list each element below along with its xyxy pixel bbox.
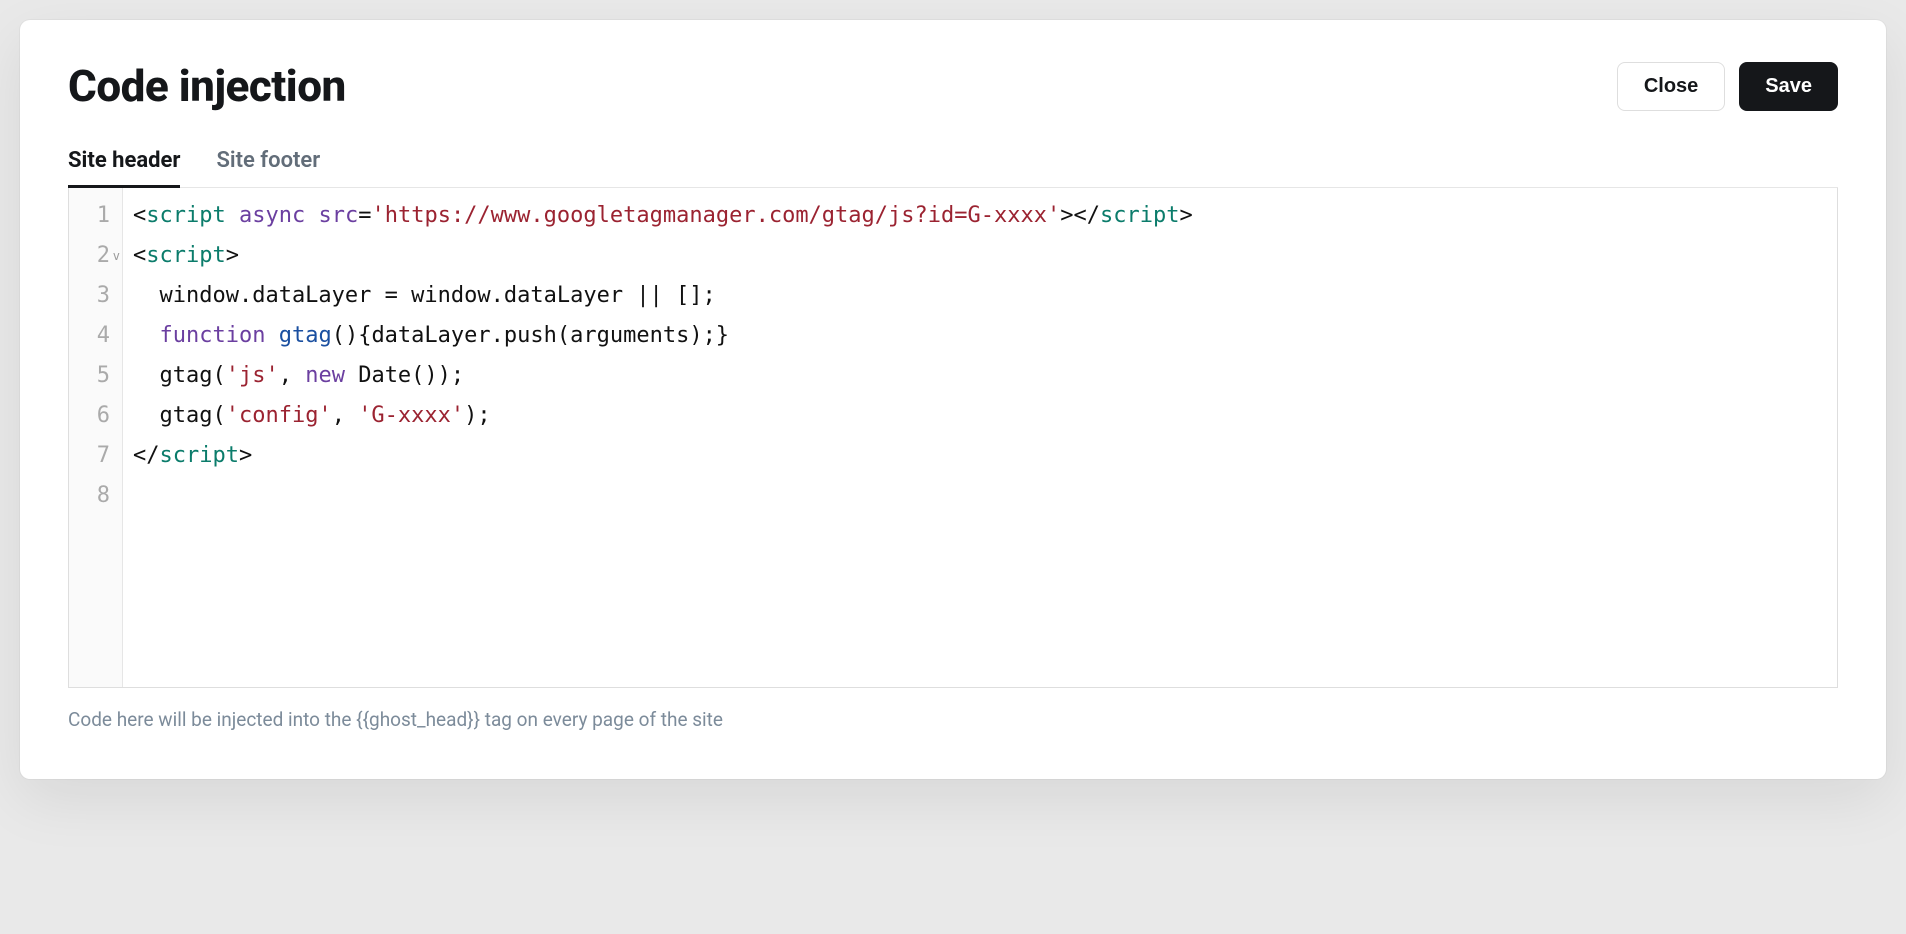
code-line: </script> bbox=[133, 436, 1827, 476]
line-number: 6 bbox=[77, 396, 110, 436]
line-number: 8 bbox=[77, 476, 110, 516]
fold-marker-icon[interactable]: v bbox=[113, 236, 120, 276]
line-number: 5 bbox=[77, 356, 110, 396]
code-editor[interactable]: 12v345678 <script async src='https://www… bbox=[68, 188, 1838, 688]
tab-site-header[interactable]: Site header bbox=[68, 148, 180, 188]
code-line: function gtag(){dataLayer.push(arguments… bbox=[133, 316, 1827, 356]
code-line: gtag('js', new Date()); bbox=[133, 356, 1827, 396]
code-line: <script> bbox=[133, 236, 1827, 276]
line-number: 3 bbox=[77, 276, 110, 316]
page-title: Code injection bbox=[68, 60, 346, 112]
code-line: window.dataLayer = window.dataLayer || [… bbox=[133, 276, 1827, 316]
code-line bbox=[133, 476, 1827, 516]
code-line: <script async src='https://www.googletag… bbox=[133, 196, 1827, 236]
modal-header: Code injection Close Save bbox=[68, 60, 1838, 112]
editor-code-area[interactable]: <script async src='https://www.googletag… bbox=[123, 188, 1837, 687]
line-number: 4 bbox=[77, 316, 110, 356]
line-number: 1 bbox=[77, 196, 110, 236]
line-number: 7 bbox=[77, 436, 110, 476]
helper-text: Code here will be injected into the {{gh… bbox=[68, 708, 1838, 731]
code-injection-modal: Code injection Close Save Site header Si… bbox=[20, 20, 1886, 779]
code-line: gtag('config', 'G-xxxx'); bbox=[133, 396, 1827, 436]
tab-site-footer[interactable]: Site footer bbox=[216, 148, 320, 188]
close-button[interactable]: Close bbox=[1617, 62, 1725, 111]
editor-gutter: 12v345678 bbox=[69, 188, 123, 687]
save-button[interactable]: Save bbox=[1739, 62, 1838, 111]
modal-actions: Close Save bbox=[1617, 62, 1838, 111]
tabs: Site header Site footer bbox=[68, 148, 1838, 188]
line-number: 2v bbox=[77, 236, 110, 276]
